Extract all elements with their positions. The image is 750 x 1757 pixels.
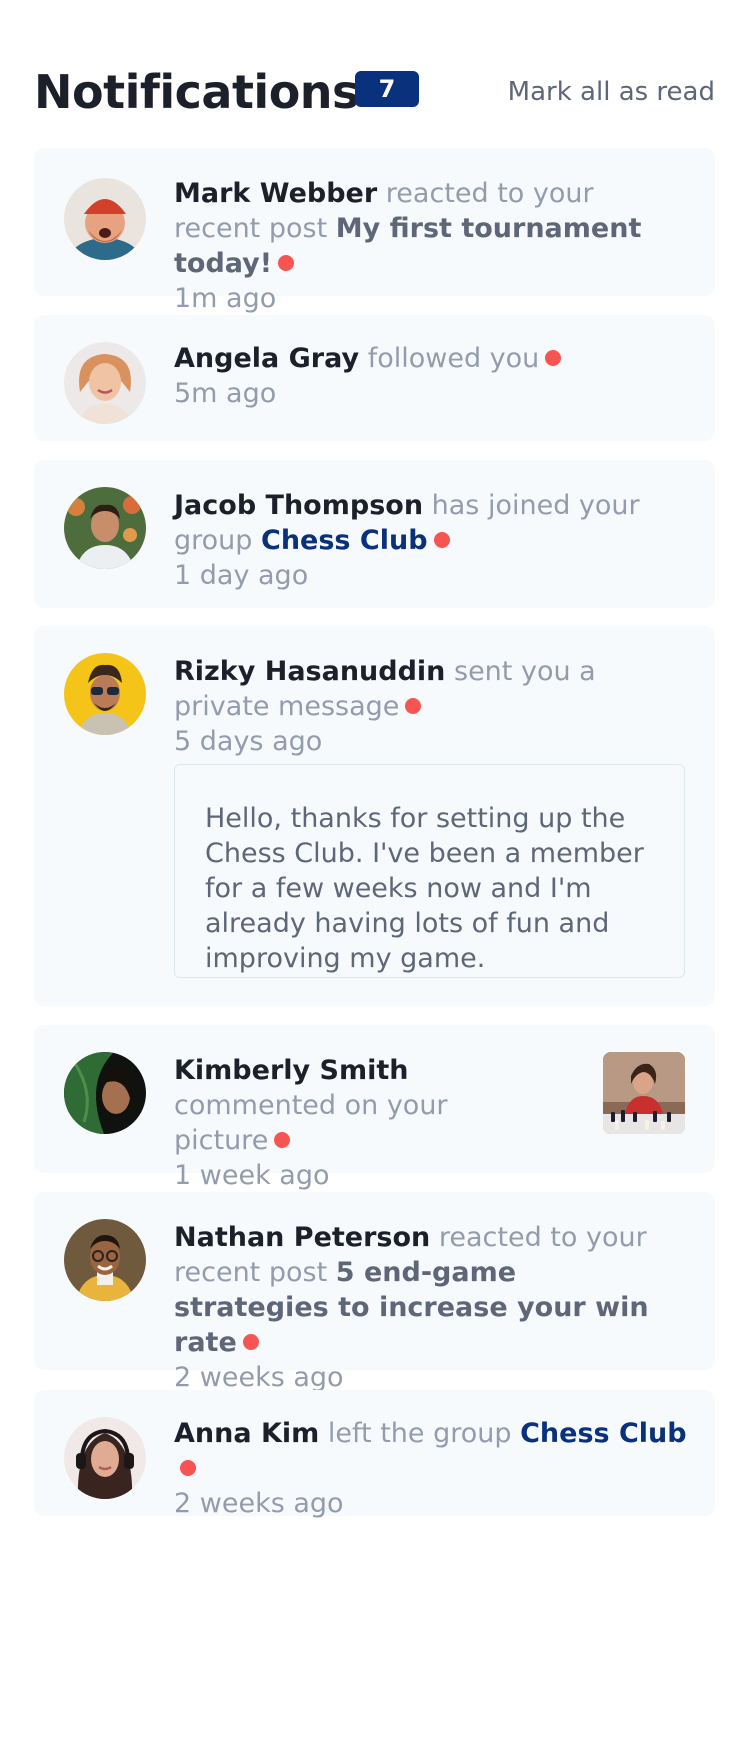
avatar[interactable] (64, 1417, 146, 1499)
notification-card[interactable]: Mark Webber reacted to your recent post … (34, 148, 715, 314)
notifications-header: Notifications 7 Mark all as read (34, 62, 715, 122)
page-title: Notifications (34, 65, 359, 119)
timestamp: 5 days ago (174, 726, 323, 757)
notification-card[interactable]: Jacob Thompson has joined your group Che… (34, 460, 715, 608)
timestamp: 1 week ago (174, 1160, 330, 1191)
group-link[interactable]: Chess Club (520, 1418, 687, 1449)
user-name[interactable]: Kimberly Smith (174, 1055, 408, 1086)
user-name[interactable]: Rizky Hasanuddin (174, 656, 445, 687)
notification-text: Rizky Hasanuddin sent you a private mess… (174, 654, 674, 759)
user-name[interactable]: Nathan Peterson (174, 1222, 430, 1253)
notification-card[interactable]: Kimberly Smith commented on your picture… (34, 1025, 715, 1191)
unread-dot (180, 1460, 196, 1476)
unread-dot (433, 532, 450, 548)
avatar[interactable] (64, 342, 146, 424)
unread-dot (274, 1132, 291, 1148)
group-link[interactable]: Chess Club (261, 525, 428, 556)
user-name[interactable]: Jacob Thompson (174, 490, 423, 521)
notification-card[interactable]: Anna Kim left the group Chess Club 2 wee… (34, 1390, 715, 1519)
notification-action: left the group (327, 1418, 512, 1449)
user-name[interactable]: Mark Webber (174, 178, 377, 209)
user-name[interactable]: Angela Gray (174, 343, 359, 374)
avatar[interactable] (64, 1219, 146, 1301)
commented-picture-thumbnail[interactable] (603, 1052, 685, 1134)
notification-text: Kimberly Smith commented on your picture… (174, 1053, 534, 1193)
timestamp: 2 weeks ago (174, 1488, 344, 1519)
notification-action: followed you (367, 343, 540, 374)
timestamp: 1 day ago (174, 560, 309, 591)
timestamp: 5m ago (174, 378, 277, 409)
unread-dot (545, 350, 562, 366)
avatar[interactable] (64, 178, 146, 260)
unread-dot (242, 1334, 259, 1350)
notification-text: Anna Kim left the group Chess Club 2 wee… (174, 1416, 694, 1521)
user-name[interactable]: Anna Kim (174, 1418, 319, 1449)
timestamp: 1m ago (174, 283, 277, 314)
notification-action: commented on your picture (174, 1090, 448, 1156)
unread-dot (405, 698, 422, 714)
notification-text: Nathan Peterson reacted to your recent p… (174, 1220, 674, 1395)
notification-text: Jacob Thompson has joined your group Che… (174, 488, 674, 593)
notification-card[interactable]: Rizky Hasanuddin sent you a private mess… (34, 626, 715, 1006)
notification-text: Angela Gray followed you 5m ago (174, 341, 674, 411)
notification-text: Mark Webber reacted to your recent post … (174, 176, 674, 316)
unread-dot (278, 255, 295, 271)
avatar[interactable] (64, 487, 146, 569)
avatar[interactable] (64, 1052, 146, 1134)
notification-card[interactable]: Angela Gray followed you 5m ago (34, 315, 715, 441)
avatar[interactable] (64, 653, 146, 735)
unread-count-badge: 7 (355, 71, 419, 107)
mark-all-read-button[interactable]: Mark all as read (508, 74, 715, 110)
notification-card[interactable]: Nathan Peterson reacted to your recent p… (34, 1192, 715, 1393)
private-message-preview[interactable]: Hello, thanks for setting up the Chess C… (174, 764, 685, 978)
